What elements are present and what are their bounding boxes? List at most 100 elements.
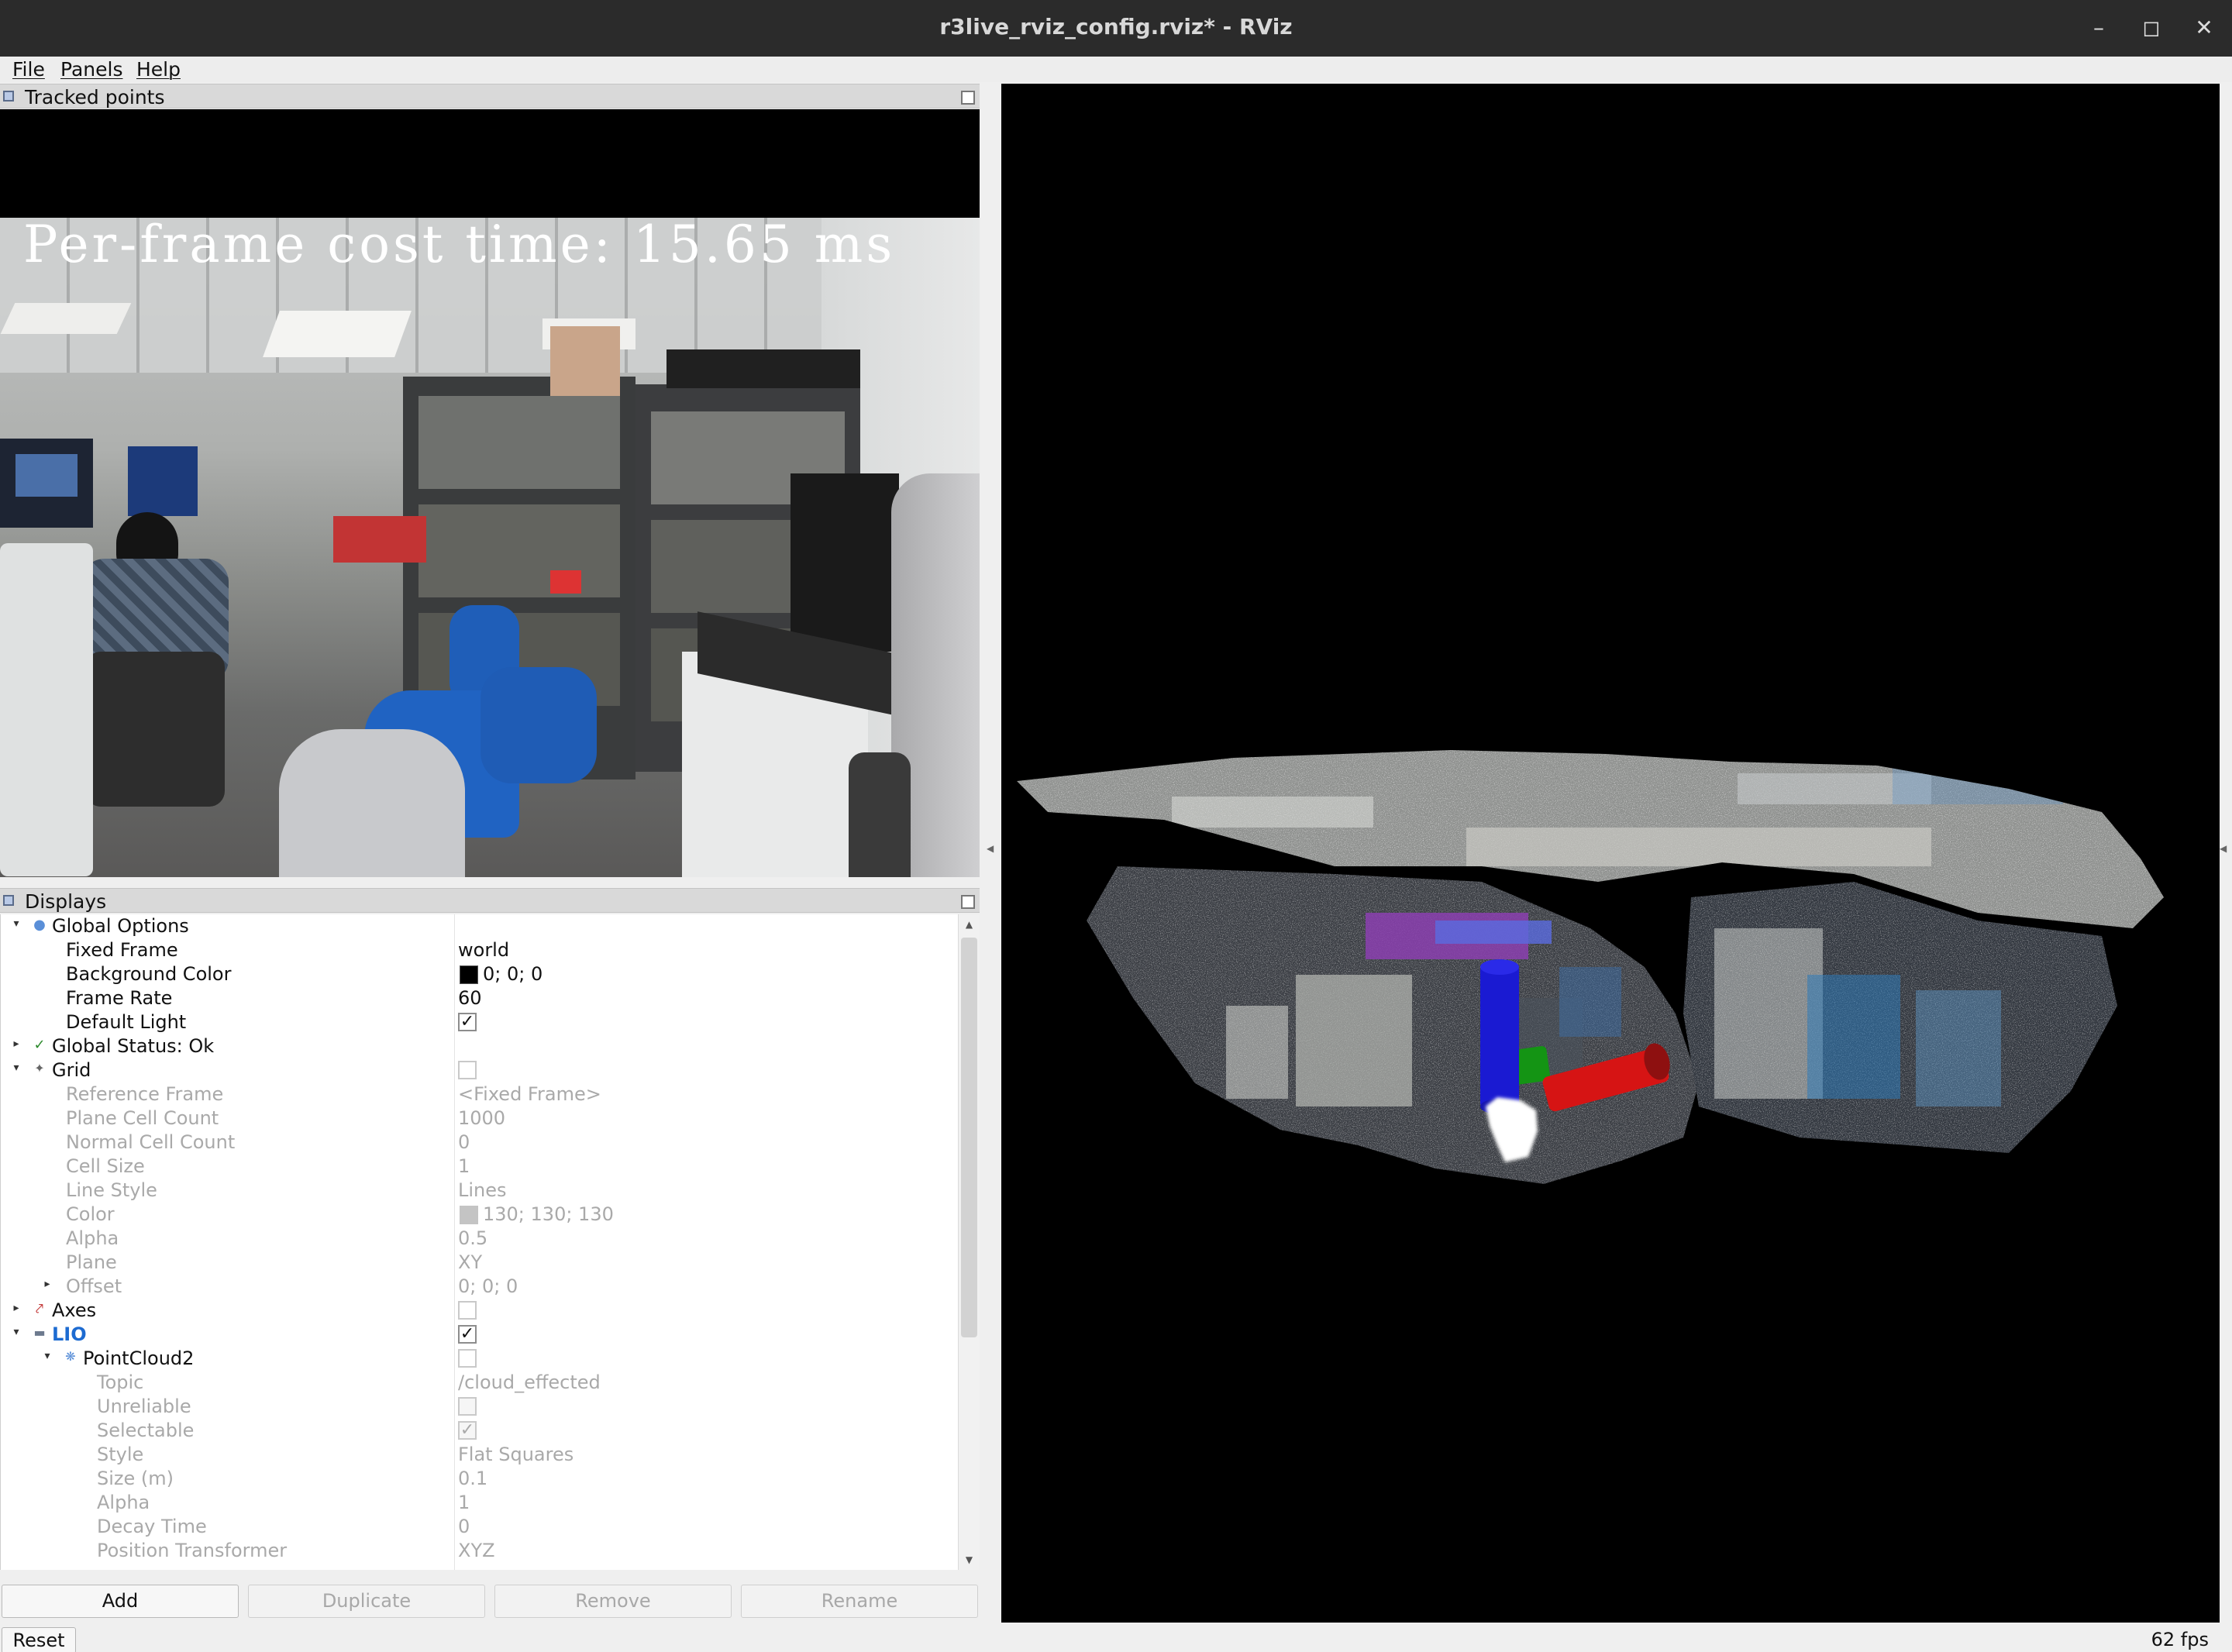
tree-row-topic[interactable]: Topic /cloud_effected [1,1371,958,1395]
float-panel-button[interactable] [961,91,975,105]
tree-row-offset[interactable]: ▸ Offset 0; 0; 0 [1,1275,958,1299]
tree-row-global-status[interactable]: ▸ ✓ Global Status: Ok [1,1034,958,1058]
line-style-value[interactable]: Lines [458,1179,507,1201]
reset-button[interactable]: Reset [2,1627,76,1652]
expand-arrow-icon[interactable]: ▾ [10,1062,22,1074]
point-cloud-scene [1017,750,2164,1184]
alpha-value[interactable]: 0.5 [458,1227,487,1249]
tree-row-background-color[interactable]: Background Color 0; 0; 0 [1,962,958,986]
tree-row-style[interactable]: Style Flat Squares [1,1443,958,1467]
tree-row-normal-cell-count[interactable]: Normal Cell Count 0 [1,1131,958,1155]
expand-arrow-icon[interactable]: ▾ [41,1350,53,1362]
row-label: Unreliable [97,1396,191,1417]
reference-frame-value[interactable]: <Fixed Frame> [458,1083,601,1105]
add-button[interactable]: Add [2,1585,239,1618]
tree-row-lio[interactable]: ▾ ▬ LIO ✓ [1,1323,958,1347]
tree-row-plane[interactable]: Plane XY [1,1251,958,1275]
tree-row-default-light[interactable]: Default Light ✓ [1,1010,958,1034]
tree-row-line-style[interactable]: Line Style Lines [1,1179,958,1203]
tree-row-selectable[interactable]: Selectable ✓ [1,1419,958,1443]
scroll-down-arrow-icon[interactable]: ▼ [959,1550,980,1570]
expand-arrow-icon[interactable]: ▾ [10,917,22,930]
grid-color-value[interactable]: 130; 130; 130 [483,1203,614,1225]
tree-row-reference-frame[interactable]: Reference Frame <Fixed Frame> [1,1082,958,1106]
style-value[interactable]: Flat Squares [458,1444,574,1465]
axes-checkbox[interactable] [458,1301,477,1320]
tree-row-size[interactable]: Size (m) 0.1 [1,1467,958,1491]
splitter-grip-icon[interactable]: ◀ [2220,843,2227,854]
collapsed-arrow-icon[interactable]: ▸ [41,1278,53,1290]
color-swatch[interactable] [460,1206,478,1224]
status-ok-icon: ✓ [33,1037,46,1053]
maximize-icon[interactable]: ◻ [2134,11,2168,45]
tree-row-decay-time[interactable]: Decay Time 0 [1,1515,958,1539]
row-label: Reference Frame [66,1083,224,1105]
offset-value[interactable]: 0; 0; 0 [458,1275,518,1297]
row-label: Line Style [66,1179,157,1201]
collapsed-arrow-icon[interactable]: ▸ [10,1038,22,1050]
topic-value[interactable]: /cloud_effected [458,1372,601,1393]
remove-button[interactable]: Remove [494,1585,732,1618]
pointcloud2-checkbox[interactable] [458,1349,477,1368]
frame-rate-value[interactable]: 60 [458,987,482,1009]
unreliable-checkbox[interactable] [458,1397,477,1416]
grid-checkbox[interactable] [458,1061,477,1079]
tree-row-cell-size[interactable]: Cell Size 1 [1,1155,958,1179]
row-label: Alpha [66,1227,119,1249]
menu-panels[interactable]: Panels [60,58,122,81]
normal-cell-count-value[interactable]: 0 [458,1131,470,1153]
row-label: Color [66,1203,115,1225]
scrollbar-thumb[interactable] [961,938,977,1337]
plane-cell-count-value[interactable]: 1000 [458,1107,505,1129]
default-light-checkbox[interactable]: ✓ [458,1013,477,1031]
size-value[interactable]: 0.1 [458,1468,487,1489]
row-label: Decay Time [97,1516,207,1537]
row-label: Plane Cell Count [66,1107,219,1129]
panel-splitter[interactable]: ◀ [980,84,1001,1626]
tree-row-frame-rate[interactable]: Frame Rate 60 [1,986,958,1010]
background-color-value[interactable]: 0; 0; 0 [483,963,542,985]
tree-row-color[interactable]: Color 130; 130; 130 [1,1203,958,1227]
minimize-icon[interactable]: – [2082,11,2116,45]
row-label: Position Transformer [97,1540,288,1561]
tree-row-pointcloud2[interactable]: ▾ ❋ PointCloud2 [1,1347,958,1371]
tree-row-plane-cell-count[interactable]: Plane Cell Count 1000 [1,1106,958,1131]
splitter-grip-icon[interactable]: ◀ [987,843,994,854]
cell-size-value[interactable]: 1 [458,1155,470,1177]
collapsed-arrow-icon[interactable]: ▸ [10,1302,22,1314]
scroll-up-arrow-icon[interactable]: ▲ [959,914,980,934]
tree-row-global-options[interactable]: ▾ ● Global Options [1,914,958,938]
window-title: r3live_rviz_config.rviz* - RViz [939,14,1293,40]
menu-help[interactable]: Help [136,58,181,81]
rename-button[interactable]: Rename [741,1585,978,1618]
displays-tree: ▾ ● Global Options Fixed Frame world Bac… [0,914,958,1570]
float-panel-button[interactable] [961,895,975,909]
tree-row-fixed-frame[interactable]: Fixed Frame world [1,938,958,962]
selectable-checkbox[interactable]: ✓ [458,1421,477,1440]
fps-readout: 62 fps [2151,1629,2209,1650]
tree-row-alpha[interactable]: Alpha 0.5 [1,1227,958,1251]
menu-file[interactable]: File [12,58,45,81]
tree-row-alpha[interactable]: Alpha 1 [1,1491,958,1515]
lio-checkbox[interactable]: ✓ [458,1325,477,1344]
plane-value[interactable]: XY [458,1251,482,1273]
tree-row-position-transformer[interactable]: Position Transformer XYZ [1,1539,958,1563]
alpha-value[interactable]: 1 [458,1492,470,1513]
decay-time-value[interactable]: 0 [458,1516,470,1537]
3d-render-view[interactable] [1001,84,2220,1623]
displays-title: Displays [25,890,107,913]
row-label: Plane [66,1251,117,1273]
tree-row-grid[interactable]: ▾ ✦ Grid [1,1058,958,1082]
window-titlebar: r3live_rviz_config.rviz* - RViz – ◻ ✕ [0,0,2232,57]
row-label: Style [97,1444,144,1465]
expand-arrow-icon[interactable]: ▾ [10,1326,22,1338]
displays-scrollbar[interactable]: ▲ ▼ [958,914,980,1570]
duplicate-button[interactable]: Duplicate [248,1585,485,1618]
tree-row-unreliable[interactable]: Unreliable [1,1395,958,1419]
row-label: Topic [97,1372,144,1393]
fixed-frame-value[interactable]: world [458,939,509,961]
tree-row-axes[interactable]: ▸ ⤤ Axes [1,1299,958,1323]
position-transformer-value[interactable]: XYZ [458,1540,495,1561]
close-icon[interactable]: ✕ [2187,11,2221,45]
color-swatch[interactable] [460,965,478,984]
